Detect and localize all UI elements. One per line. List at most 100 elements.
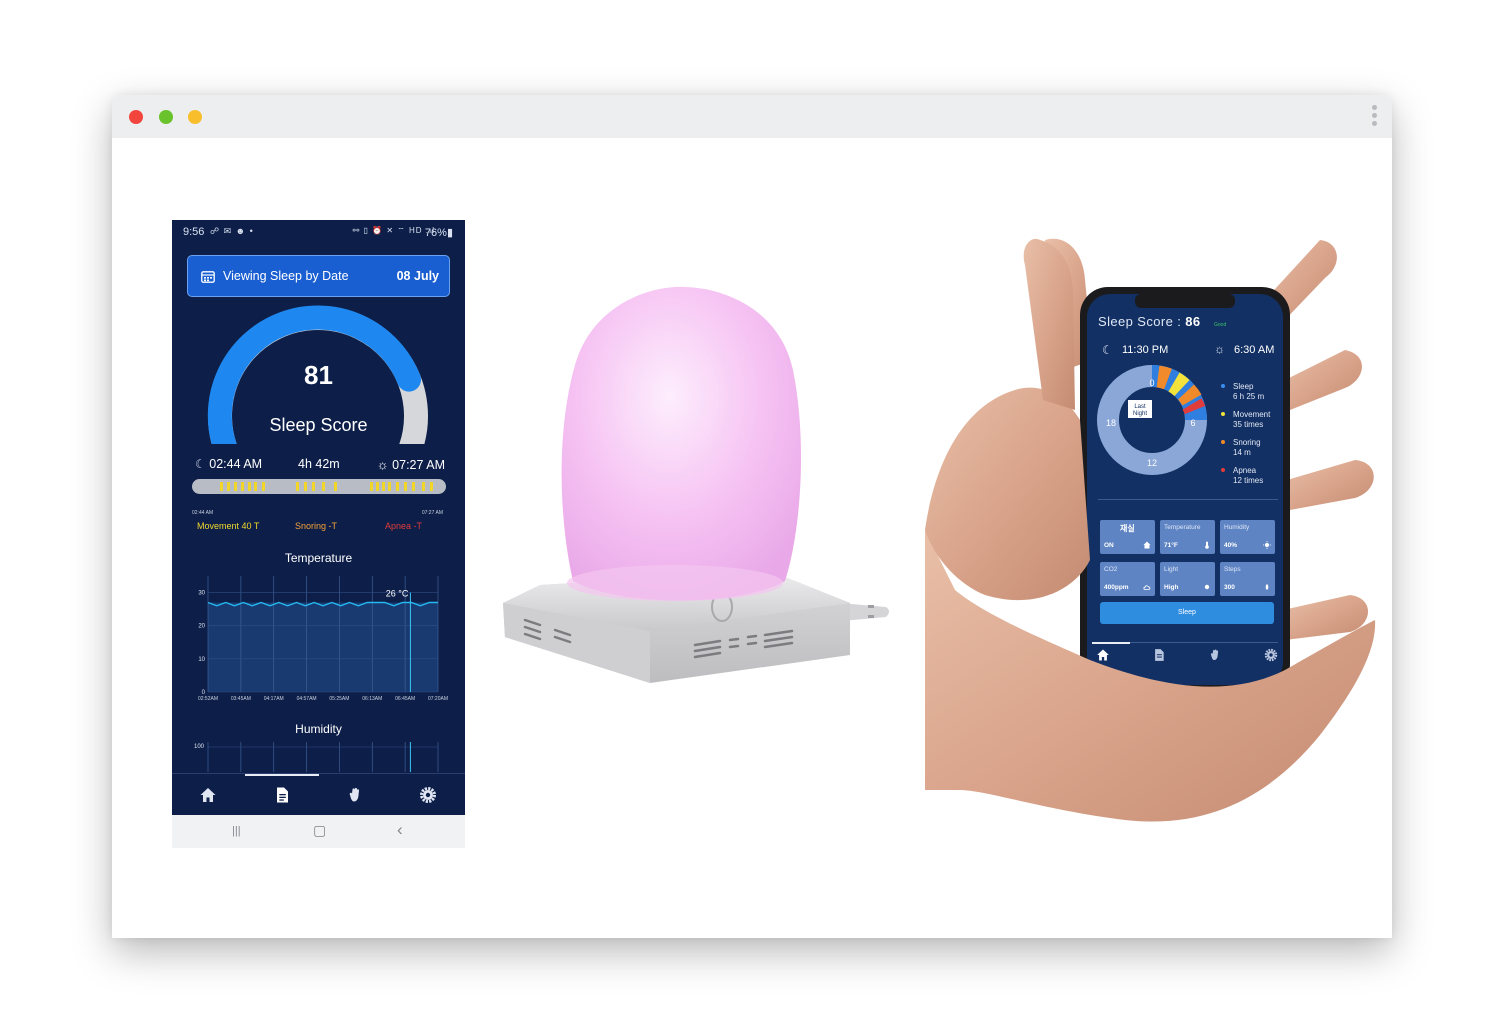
movement-legend-dot	[1221, 412, 1225, 416]
phone-app-screen: Sleep Score : 86 Good 11:30 PM ☾ 6:30 AM…	[1092, 296, 1284, 686]
date-card-label: Viewing Sleep by Date	[223, 269, 349, 283]
movement-stat: Movement 35 times	[1233, 410, 1271, 429]
sleep-timeline	[192, 479, 446, 494]
phone2-bed-time: 11:30 PM	[1122, 344, 1169, 356]
wake-time: ☼ 07:27 AM	[377, 457, 445, 472]
calendar-icon	[201, 271, 215, 283]
moon-icon: ☾	[195, 457, 206, 471]
bottom-navigation	[172, 773, 465, 815]
x-tick-label: 05:25AM	[329, 696, 349, 702]
hand-icon[interactable]	[1208, 648, 1222, 662]
y-tick-label: 20	[198, 624, 205, 630]
date-selector-card[interactable]: Viewing Sleep by Date 08 July	[187, 255, 450, 297]
snoring-legend-dot	[1221, 440, 1225, 444]
active-tab-indicator	[245, 774, 319, 776]
sun-icon: ☼	[1214, 342, 1225, 356]
hand-icon[interactable]	[346, 786, 364, 804]
x-tick-label: 04:17AM	[264, 696, 284, 702]
bed-time: ☾ 02:44 AM	[195, 457, 262, 471]
x-tick-label: 06:45AM	[395, 696, 415, 702]
moon-icon: ☾	[1102, 343, 1113, 357]
current-temperature-label: 26 °C	[386, 589, 409, 599]
sleep-score-label: Sleep Score	[269, 415, 368, 435]
sleep-app-screen: 9:56 ☍ ✉ ☻ • ⚯ ▯ ⏰ ✕ ⌔ HD .ıl 76%▮ Viewi…	[172, 220, 465, 848]
home-icon[interactable]	[199, 786, 217, 804]
donut-hour-18: 18	[1106, 418, 1116, 428]
window-titlebar	[112, 95, 1392, 138]
movement-legend: Movement 40 T	[197, 521, 260, 531]
sleep-duration: 4h 42m	[298, 457, 340, 471]
phone2-score-title: Sleep Score : 86	[1098, 314, 1201, 329]
status-time: 9:56	[183, 226, 205, 238]
document-icon[interactable]	[1152, 648, 1166, 662]
apnea-stat: Apnea 12 times	[1233, 466, 1264, 485]
phone2-score-value: 86	[1185, 314, 1201, 329]
co2-tile[interactable]: CO2 400ppm	[1100, 562, 1155, 596]
x-tick-label: 02:52AM	[198, 696, 218, 702]
y-tick-label: 30	[198, 591, 205, 597]
humidity-title: Humidity	[295, 722, 342, 736]
apnea-legend-dot	[1221, 468, 1225, 472]
x-tick-label: 04:57AM	[297, 696, 317, 702]
score-rating: Good	[1214, 322, 1227, 328]
divider	[1098, 499, 1278, 500]
x-tick-label: 07:20AM	[428, 696, 448, 702]
donut-hour-0: 0	[1149, 378, 1154, 388]
humidity-chart: 100	[194, 742, 439, 772]
brightness-icon	[1204, 584, 1210, 590]
sleep-sensor-lamp-image	[503, 286, 889, 683]
notification-icons: ☍ ✉ ☻ •	[210, 226, 254, 236]
wake-time-value: 07:27 AM	[392, 458, 445, 472]
android-navigation-bar: ||| ▢ ‹	[172, 815, 465, 848]
donut-label-1: Last	[1134, 404, 1146, 410]
thermometer-icon	[1205, 541, 1209, 549]
gear-icon[interactable]	[419, 786, 437, 804]
document-icon[interactable]	[273, 786, 291, 804]
active-tab-indicator	[1092, 642, 1130, 644]
steps-tile[interactable]: Steps 300	[1220, 562, 1275, 596]
selected-date: 08 July	[396, 269, 439, 283]
bed-time-value: 02:44 AM	[209, 457, 263, 471]
donut-hour-6: 6	[1190, 418, 1195, 428]
maximize-window-button[interactable]	[188, 110, 202, 124]
cloud-icon	[1143, 585, 1151, 590]
back-button[interactable]: ‹	[397, 820, 403, 840]
light-tile[interactable]: Light High	[1160, 562, 1215, 596]
close-window-button[interactable]	[129, 110, 143, 124]
sleep-button[interactable]: Sleep	[1100, 602, 1274, 624]
x-tick-label: 03:45AM	[231, 696, 251, 702]
temperature-title: Temperature	[284, 551, 353, 565]
gear-icon[interactable]	[1264, 648, 1278, 662]
temperature-chart: 02:52AM 03:45AM 04:17AM 04:57AM 05:25AM 06:13…	[198, 576, 448, 702]
donut-label-2: Night	[1133, 411, 1147, 417]
donut-hour-12: 12	[1147, 458, 1157, 468]
sleep-score-value: 81	[304, 360, 333, 390]
y-tick-label: 100	[194, 744, 205, 750]
status-bar: 9:56 ☍ ✉ ☻ • ⚯ ▯ ⏰ ✕ ⌔ HD .ıl 76%▮	[172, 220, 465, 244]
temperature-area	[208, 602, 438, 692]
temperature-tile[interactable]: Temperature 71°F	[1160, 520, 1215, 554]
sleep-clock-donut: Last Night 0 6 12 18	[1097, 365, 1207, 475]
footprint-icon	[1265, 584, 1269, 590]
timeline-start: 02:44 AM	[192, 510, 214, 516]
system-status-icons: ⚯ ▯ ⏰ ✕ ⌔ HD .ıl	[352, 226, 435, 235]
sun-icon: ☼	[376, 457, 389, 472]
y-tick-label: 10	[198, 657, 205, 663]
battery-level: 76%▮	[424, 227, 453, 239]
presence-tile[interactable]: 재실 ON	[1100, 520, 1155, 554]
house-icon	[1143, 541, 1151, 549]
timeline-end: 07:27 AM	[421, 510, 443, 516]
minimize-window-button[interactable]	[159, 110, 173, 124]
kebab-icon[interactable]	[1370, 105, 1378, 129]
sleep-legend-dot	[1221, 384, 1225, 388]
humidity-tile[interactable]: Humidity 40%	[1220, 520, 1275, 554]
apnea-legend: Apnea -T	[385, 521, 423, 531]
recents-button[interactable]: |||	[232, 825, 241, 837]
home-icon[interactable]	[1096, 648, 1110, 662]
phone2-wake-time: 6:30 AM	[1234, 344, 1275, 356]
sleep-stat: Sleep 6 h 25 m	[1233, 382, 1265, 401]
snoring-stat: Snoring 14 m	[1233, 438, 1261, 457]
home-button[interactable]: ▢	[313, 822, 326, 839]
x-tick-label: 06:13AM	[362, 696, 382, 702]
snoring-legend: Snoring -T	[295, 521, 338, 531]
